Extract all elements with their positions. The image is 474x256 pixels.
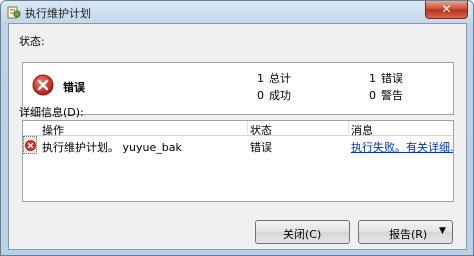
stat-success: 0 成功	[257, 87, 291, 103]
dialog-body: 状态: 错误 1 总计 0 成功 1 错误 0 警告 详细信息(D): 操作 状…	[8, 23, 467, 250]
stat-total-count: 1	[257, 72, 264, 85]
close-icon: ✕	[441, 2, 452, 16]
stat-warning-count: 0	[369, 89, 376, 102]
row-action-text: 执行维护计划。 yuyue_bak	[42, 141, 182, 154]
summary-state-text: 错误	[63, 81, 85, 94]
error-circle-x-icon	[32, 74, 54, 96]
status-label: 状态:	[19, 35, 45, 48]
report-button[interactable]: 报告(R) ▼	[358, 220, 453, 244]
status-summary-panel: 错误 1 总计 0 成功 1 错误 0 警告	[22, 62, 454, 115]
stat-success-label: 成功	[269, 89, 291, 102]
stat-total-label: 总计	[269, 72, 291, 85]
chevron-down-icon: ▼	[439, 226, 446, 236]
details-list[interactable]: 操作 状态 消息 执行维护计划。 yuyue_bak 错误 执行失败。有关详细.…	[22, 120, 454, 202]
row-status-text: 错误	[250, 141, 272, 154]
row-status-icon-cell	[23, 136, 37, 154]
details-label: 详细信息(D):	[19, 106, 84, 119]
stat-total: 1 总计	[257, 70, 291, 86]
stat-warning: 0 警告	[369, 87, 403, 103]
stat-error: 1 错误	[369, 70, 403, 86]
maintenance-plan-icon	[7, 6, 21, 19]
column-divider[interactable]	[348, 121, 349, 136]
window-title: 执行维护计划	[25, 7, 91, 20]
dialog-window: 执行维护计划 ✕ 状态: 错误 1 总计 0 成功 1 错误 0 警告 详细信息…	[0, 0, 474, 256]
stat-error-label: 错误	[381, 72, 403, 85]
window-close-button[interactable]: ✕	[425, 1, 468, 19]
column-divider[interactable]	[247, 121, 248, 136]
stat-error-count: 1	[369, 72, 376, 85]
list-header: 操作 状态 消息	[23, 121, 453, 137]
table-row[interactable]: 执行维护计划。 yuyue_bak 错误 执行失败。有关详细...	[23, 136, 453, 154]
title-bar[interactable]: 执行维护计划 ✕	[1, 1, 473, 23]
error-icon	[25, 140, 36, 151]
report-button-label: 报告(R)	[389, 228, 428, 241]
close-button-label: 关闭(C)	[283, 228, 322, 241]
stat-success-count: 0	[257, 89, 264, 102]
row-message-link[interactable]: 执行失败。有关详细...	[351, 139, 453, 155]
stat-warning-label: 警告	[381, 89, 403, 102]
close-button[interactable]: 关闭(C)	[255, 220, 350, 244]
